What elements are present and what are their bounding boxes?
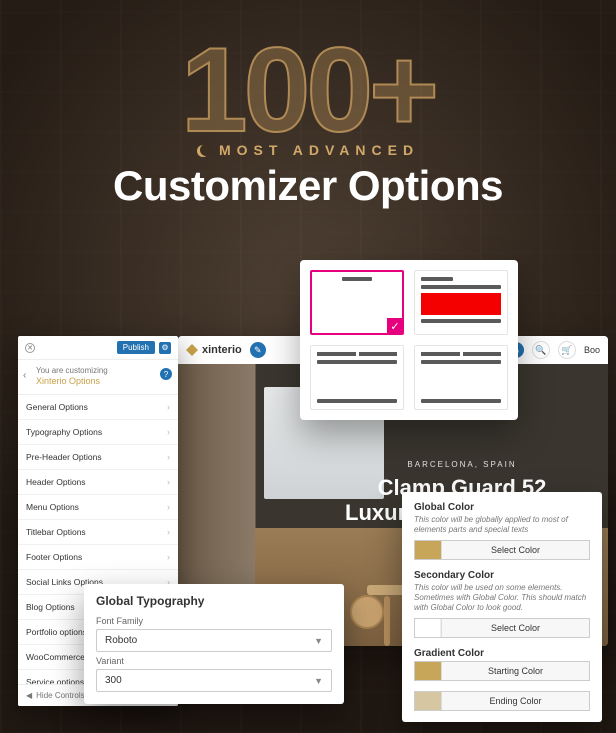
select-color-button[interactable]: Select Color: [441, 619, 589, 637]
chevron-right-icon: ›: [167, 452, 170, 462]
variant-value: 300: [105, 675, 122, 686]
customizer-option[interactable]: Menu Options ›: [18, 495, 178, 520]
color-swatch[interactable]: [415, 619, 441, 637]
brand-logo-icon: [186, 344, 198, 356]
hero-tagline: MOST ADVANCED: [219, 142, 419, 158]
secondary-color-title: Secondary Color: [414, 570, 590, 581]
customizer-option[interactable]: Pre-Header Options ›: [18, 445, 178, 470]
search-icon[interactable]: 🔍: [532, 341, 550, 359]
option-label: Typography Options: [26, 427, 102, 437]
option-label: Header Options: [26, 477, 86, 487]
layout-option-2[interactable]: [414, 270, 508, 335]
option-label: General Options: [26, 402, 88, 412]
option-label: Portfolio options: [26, 627, 87, 637]
hero-location: BARCELONA, SPAIN: [332, 460, 592, 469]
variant-select[interactable]: 300 ▼: [96, 669, 332, 692]
breadcrumb-line2: Xinterio Options: [36, 376, 170, 386]
customizer-option[interactable]: General Options ›: [18, 395, 178, 420]
customizer-breadcrumb[interactable]: ‹ You are customizing Xinterio Options ?: [18, 360, 178, 395]
chevron-down-icon: ▼: [314, 676, 323, 686]
hero-number: 100+: [0, 30, 616, 150]
gradient-end-row: Ending Color: [414, 691, 590, 711]
chevron-down-icon: ▼: [314, 636, 323, 646]
chevron-right-icon: ›: [167, 527, 170, 537]
option-label: Menu Options: [26, 502, 79, 512]
table-leg: [384, 596, 390, 646]
starting-color-button[interactable]: Starting Color: [441, 662, 589, 680]
layout-bar: [421, 360, 501, 364]
gradient-color-title: Gradient Color: [414, 648, 590, 659]
crescent-icon: [197, 145, 209, 157]
cart-icon[interactable]: 🛒: [558, 341, 576, 359]
colors-panel: Global Color This color will be globally…: [402, 492, 602, 722]
typography-panel: Global Typography Font Family Roboto ▼ V…: [84, 584, 344, 704]
chevron-right-icon: ›: [167, 427, 170, 437]
layout-bar: [421, 285, 501, 289]
layout-bar: [342, 277, 372, 281]
chevron-right-icon: ›: [167, 402, 170, 412]
option-label: Pre-Header Options: [26, 452, 102, 462]
layout-bar: [421, 399, 501, 403]
color-swatch[interactable]: [415, 662, 441, 680]
hero: 100+ MOST ADVANCED Customizer Options: [0, 30, 616, 210]
ending-color-button[interactable]: Ending Color: [441, 692, 589, 710]
hide-controls-label: Hide Controls: [36, 691, 84, 700]
layout-option-3[interactable]: [310, 345, 404, 410]
customizer-option[interactable]: Typography Options ›: [18, 420, 178, 445]
hero-title: Customizer Options: [0, 162, 616, 210]
layout-picker: [300, 260, 518, 420]
customizer-header: ✕ Publish ⚙: [18, 336, 178, 360]
collapse-icon: ◀: [26, 691, 32, 700]
global-color-desc: This color will be globally applied to m…: [414, 515, 590, 535]
gradient-start-row: Starting Color: [414, 661, 590, 681]
layout-thumbs: [354, 302, 360, 316]
option-label: Blog Options: [26, 602, 75, 612]
global-color-row: Select Color: [414, 540, 590, 560]
global-color-title: Global Color: [414, 502, 590, 513]
customizer-option[interactable]: Titlebar Options ›: [18, 520, 178, 545]
typography-title: Global Typography: [96, 594, 332, 608]
publish-button[interactable]: Publish: [117, 341, 155, 354]
layout-option-1[interactable]: [310, 270, 404, 335]
option-label: Footer Options: [26, 552, 82, 562]
layout-bar: [317, 360, 397, 364]
customizer-option[interactable]: Footer Options ›: [18, 545, 178, 570]
layout-bar: [421, 277, 453, 281]
hero-tagline-row: MOST ADVANCED: [0, 142, 616, 158]
layout-bar-split: [421, 352, 501, 356]
customizer-option[interactable]: Header Options ›: [18, 470, 178, 495]
color-swatch[interactable]: [415, 692, 441, 710]
layout-spacer: [421, 368, 501, 395]
chevron-left-icon: ‹: [23, 370, 26, 381]
secondary-color-desc: This color will be used on some elements…: [414, 583, 590, 613]
font-family-value: Roboto: [105, 635, 137, 646]
layout-bar-split: [317, 352, 397, 356]
select-color-button[interactable]: Select Color: [441, 541, 589, 559]
font-family-label: Font Family: [96, 616, 332, 626]
close-icon[interactable]: ✕: [25, 343, 35, 353]
secondary-color-row: Select Color: [414, 618, 590, 638]
brand-name: xinterio: [202, 344, 242, 356]
layout-spacer: [317, 368, 397, 395]
variant-label: Variant: [96, 656, 332, 666]
breadcrumb-line1: You are customizing: [36, 366, 170, 375]
option-label: Titlebar Options: [26, 527, 86, 537]
layout-bar: [317, 399, 397, 403]
font-family-select[interactable]: Roboto ▼: [96, 629, 332, 652]
gear-icon[interactable]: ⚙: [159, 342, 171, 354]
chevron-right-icon: ›: [167, 552, 170, 562]
brand[interactable]: xinterio: [186, 344, 242, 356]
chevron-right-icon: ›: [167, 502, 170, 512]
edit-shortcut-icon[interactable]: ✎: [250, 342, 266, 358]
stool: [350, 595, 384, 629]
layout-option-4[interactable]: [414, 345, 508, 410]
book-link[interactable]: Boo: [584, 345, 600, 355]
layout-bar: [421, 319, 501, 323]
layout-hero-block: [421, 293, 501, 315]
help-icon[interactable]: ?: [160, 368, 172, 380]
chevron-right-icon: ›: [167, 477, 170, 487]
color-swatch[interactable]: [415, 541, 441, 559]
